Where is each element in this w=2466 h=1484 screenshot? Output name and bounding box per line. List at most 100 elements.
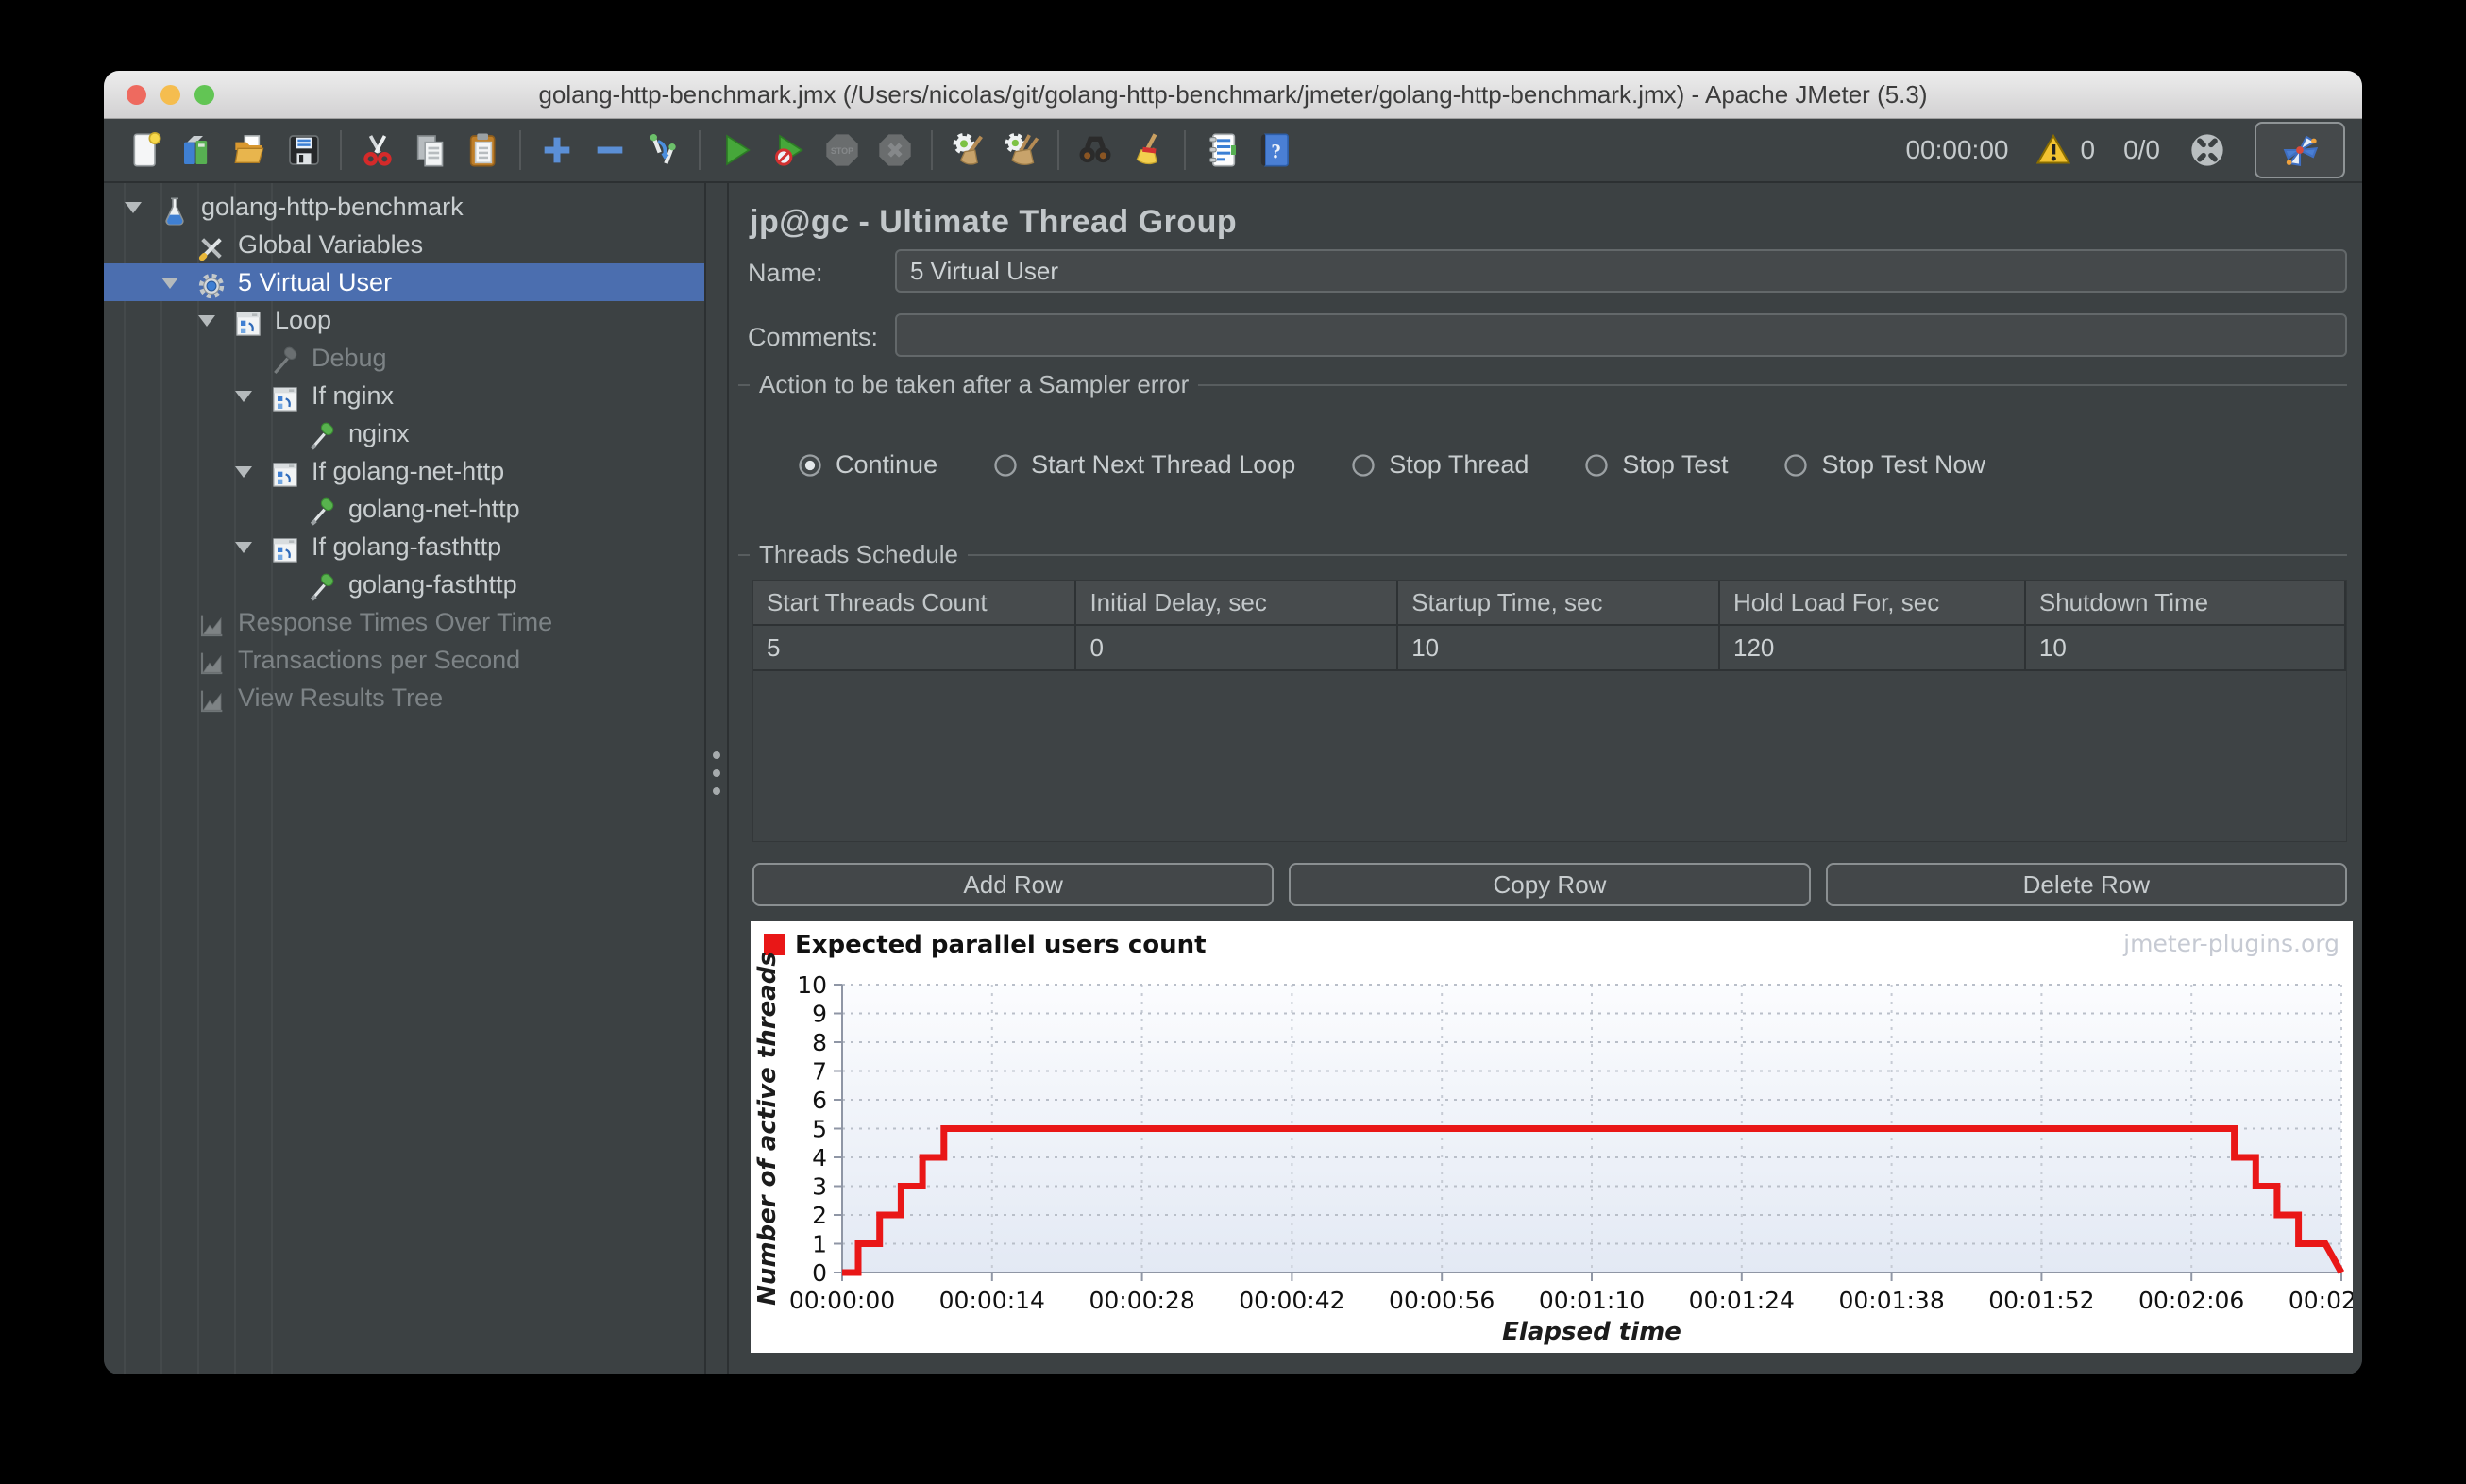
cut-button[interactable]	[351, 125, 404, 176]
tree-node-if-nginx[interactable]: If nginx	[104, 377, 704, 414]
dropper-green-icon	[310, 422, 334, 450]
tree-node-label: If nginx	[312, 381, 395, 410]
radio-stop-thread[interactable]: Stop Thread	[1350, 450, 1529, 480]
radio-icon[interactable]	[1782, 452, 1809, 479]
column-header[interactable]: Initial Delay, sec	[1076, 581, 1399, 624]
svg-text:3: 3	[812, 1173, 827, 1201]
column-header[interactable]: Hold Load For, sec	[1720, 581, 2026, 624]
clear-all-button[interactable]	[995, 125, 1048, 176]
shutdown-icon	[879, 134, 911, 166]
threads-schedule-title-text: Threads Schedule	[759, 540, 959, 568]
splitter-grip[interactable]	[713, 751, 720, 795]
radio-icon[interactable]	[1583, 452, 1610, 479]
paste-button[interactable]	[457, 125, 510, 176]
start-button[interactable]	[710, 125, 763, 176]
clear-search-button[interactable]	[1122, 125, 1174, 176]
svg-text:00:02:20: 00:02:20	[2289, 1287, 2353, 1314]
function-helper-icon	[1209, 133, 1236, 167]
radio-continue[interactable]: Continue	[797, 450, 937, 480]
zoom-window-button[interactable]	[194, 85, 214, 105]
function-helper-button[interactable]	[1195, 125, 1248, 176]
toolbar-separator	[931, 130, 933, 170]
svg-text:4: 4	[812, 1144, 827, 1172]
open-file-icon	[234, 135, 264, 163]
templates-button[interactable]	[172, 125, 225, 176]
column-header[interactable]: Shutdown Time	[2026, 581, 2346, 624]
svg-text:00:02:06: 00:02:06	[2138, 1287, 2244, 1314]
tree-node-if-golang-net-http[interactable]: If golang-net-http	[104, 452, 704, 490]
comments-field[interactable]	[895, 313, 2347, 357]
tree-node-if-golang-fasthttp[interactable]: If golang-fasthttp	[104, 528, 704, 565]
add-element-button[interactable]	[531, 125, 583, 176]
clear-button[interactable]	[942, 125, 995, 176]
expand-toggle-icon[interactable]	[235, 391, 252, 402]
radio-icon[interactable]	[797, 452, 823, 479]
expand-toggle-icon[interactable]	[198, 315, 215, 327]
tree-node-label: If golang-net-http	[312, 457, 505, 485]
x-axis-title: Elapsed time	[1502, 1318, 1681, 1346]
start-no-timers-icon	[775, 134, 803, 166]
start-no-timers-button[interactable]	[763, 125, 816, 176]
add-row-button[interactable]: Add Row	[752, 863, 1275, 906]
threads-preview-graph: 012345678910 00:00:00 00:00:14 00:00:28 00:0…	[751, 921, 2362, 1353]
log-warnings-indicator[interactable]: 0	[2036, 133, 2095, 167]
save-button[interactable]	[278, 125, 330, 176]
tree-node-global-variables[interactable]: Global Variables	[104, 226, 704, 263]
tree-node-golang-http-benchmark[interactable]: golang-http-benchmark	[104, 188, 704, 226]
tree-node-label: Transactions per Second	[238, 646, 521, 674]
radio-label: Start Next Thread Loop	[1031, 450, 1296, 479]
schedule-cell[interactable]: 5	[753, 626, 1077, 669]
tree-node-label: 5 Virtual User	[238, 268, 393, 296]
delete-row-button[interactable]: Delete Row	[1825, 863, 2347, 906]
tree-node-transactions-per-second[interactable]: Transactions per Second	[104, 641, 704, 679]
minimize-window-button[interactable]	[160, 85, 180, 105]
schedule-cell[interactable]: 0	[1076, 626, 1399, 669]
remote-start-icon[interactable]	[2188, 131, 2226, 169]
column-header[interactable]: Startup Time, sec	[1398, 581, 1720, 624]
expand-toggle-icon[interactable]	[161, 278, 178, 289]
copy-button[interactable]	[404, 125, 457, 176]
plugins-manager-button[interactable]	[2255, 122, 2345, 178]
search-button[interactable]	[1069, 125, 1122, 176]
schedule-cell[interactable]: 10	[2026, 626, 2346, 669]
thread-group-panel: jp@gc - Ultimate Thread Group Name: Comm…	[729, 183, 2362, 1374]
expand-toggle-icon[interactable]	[235, 542, 252, 553]
tree-node-debug[interactable]: Debug	[104, 339, 704, 377]
expand-toggle-icon[interactable]	[235, 466, 252, 478]
radio-icon[interactable]	[992, 452, 1019, 479]
tree-node-golang-fasthttp[interactable]: golang-fasthttp	[104, 565, 704, 603]
tree-node-view-results-tree[interactable]: View Results Tree	[104, 679, 704, 717]
tree-node-nginx[interactable]: nginx	[104, 414, 704, 452]
help-button[interactable]: ?	[1248, 125, 1301, 176]
radio-icon[interactable]	[1350, 452, 1377, 479]
name-field[interactable]	[895, 249, 2347, 293]
close-window-button[interactable]	[127, 85, 146, 105]
tree-node-label: Response Times Over Time	[238, 608, 553, 636]
radio-start-next-thread-loop[interactable]: Start Next Thread Loop	[992, 450, 1295, 480]
reset-gui-button[interactable]	[636, 125, 689, 176]
schedule-cell[interactable]: 120	[1720, 626, 2026, 669]
threads-schedule-group-title: Threads Schedule	[738, 540, 2347, 569]
dropper-gray-icon	[274, 346, 297, 375]
radio-stop-test[interactable]: Stop Test	[1583, 450, 1728, 480]
tree-node-loop[interactable]: Loop	[104, 301, 704, 339]
expand-toggle-icon[interactable]	[125, 202, 142, 213]
tree-node-5-virtual-user[interactable]: 5 Virtual User	[104, 263, 704, 301]
copy-row-button[interactable]: Copy Row	[1289, 863, 1811, 906]
open-file-button[interactable]	[225, 125, 278, 176]
radio-label: Continue	[836, 450, 938, 479]
schedule-cell[interactable]: 10	[1398, 626, 1720, 669]
svg-text:10: 10	[797, 971, 827, 999]
tree-node-golang-net-http[interactable]: golang-net-http	[104, 490, 704, 528]
new-test-plan-button[interactable]	[119, 125, 172, 176]
y-axis-title: Number of active threads	[753, 952, 782, 1306]
tree-node-label: If golang-fasthttp	[312, 532, 502, 561]
panel-splitter[interactable]	[706, 183, 729, 1374]
svg-text:00:01:38: 00:01:38	[1838, 1287, 1944, 1314]
remove-element-button[interactable]	[583, 125, 636, 176]
toolbar-status: 00:00:00 0 0/0	[1905, 119, 2345, 181]
column-header[interactable]: Start Threads Count	[753, 581, 1077, 624]
radio-stop-test-now[interactable]: Stop Test Now	[1782, 450, 1985, 480]
gear-icon	[198, 273, 225, 299]
tree-node-response-times-over-time[interactable]: Response Times Over Time	[104, 603, 704, 641]
